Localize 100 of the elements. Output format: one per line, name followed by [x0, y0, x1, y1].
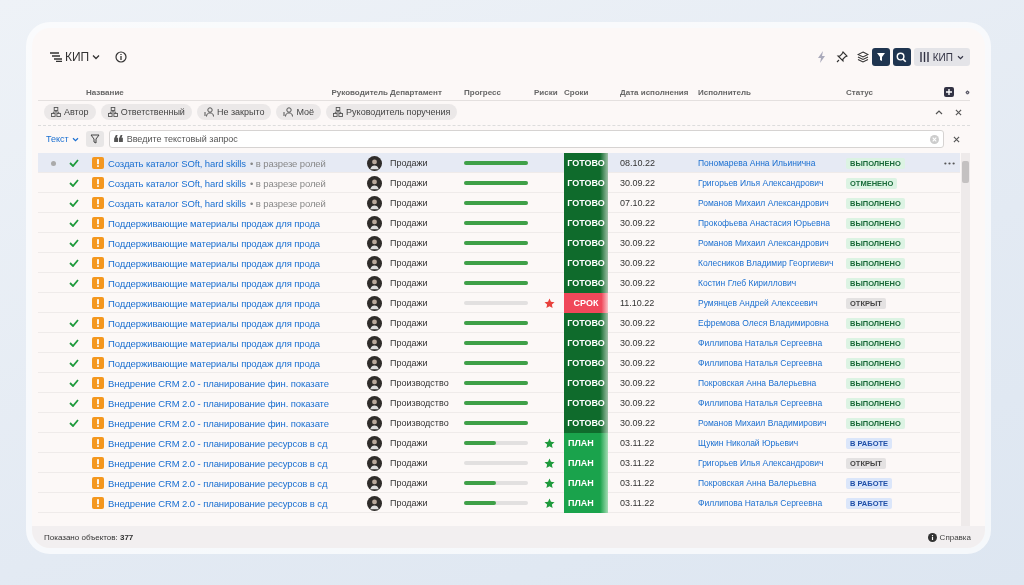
- filter-chip[interactable]: Не закрыто: [196, 104, 272, 120]
- caret-icon: [71, 136, 79, 142]
- column-header[interactable]: Прогресс: [464, 87, 534, 97]
- assignee-link[interactable]: Григорьев Илья Александрович: [698, 458, 824, 468]
- scrollbar[interactable]: [961, 153, 970, 526]
- column-header[interactable]: Дата исполнения: [612, 87, 690, 97]
- task-link[interactable]: Поддерживающие материалы продаж для прода: [108, 237, 321, 249]
- task-link[interactable]: Внедрение CRM 2.0 - планирование ресурсов в сд: [108, 477, 328, 489]
- filter-button[interactable]: [871, 48, 890, 66]
- search-mode-dropdown[interactable]: Текст: [46, 134, 79, 144]
- date-cell-text: 30.09.22: [619, 398, 657, 408]
- filter-icon: [89, 134, 100, 144]
- task-link[interactable]: Поддерживающие материалы продаж для прода: [108, 257, 321, 269]
- avatar: [366, 275, 382, 291]
- object-count: Показано объектов: 377: [44, 532, 134, 542]
- deadline-label: ГОТОВО: [564, 313, 608, 333]
- avatar: [366, 395, 382, 411]
- pin-icon[interactable]: [835, 51, 848, 63]
- filter-chip[interactable]: Руководитель поручения: [326, 104, 458, 120]
- layers-icon[interactable]: [856, 51, 869, 63]
- task-link[interactable]: Создать каталог SOft, hard skills: [108, 157, 246, 169]
- close-icon[interactable]: [953, 135, 960, 143]
- add-column-icon[interactable]: [944, 87, 954, 97]
- more-icon[interactable]: [943, 161, 955, 165]
- person-icon: [203, 107, 214, 117]
- warning-icon: [92, 277, 104, 289]
- column-header[interactable]: Статус: [838, 87, 938, 97]
- assignee-link[interactable]: Пономарева Анна Ильинична: [698, 158, 816, 168]
- date-cell-text: 08.10.22: [619, 158, 657, 168]
- department-cell-text: Продажи: [390, 338, 429, 348]
- avatar: [366, 235, 382, 251]
- assignee-link[interactable]: Щукин Николай Юрьевич: [698, 438, 799, 448]
- assignee-link[interactable]: Филлипова Наталья Сергеевна: [698, 358, 823, 368]
- task-link[interactable]: Внедрение CRM 2.0 - планирование ресурсов в сд: [108, 437, 328, 449]
- warning-icon: [92, 297, 104, 309]
- view-dropdown[interactable]: КИП: [913, 48, 970, 66]
- assignee-link[interactable]: Костин Глеб Кириллович: [698, 278, 797, 288]
- assignee-link[interactable]: Колесников Владимир Георгиевич: [698, 258, 834, 268]
- column-header[interactable]: Риски: [534, 87, 564, 97]
- assignee-link[interactable]: Романов Михаил Владимирович: [698, 418, 827, 428]
- filter-chip[interactable]: Ответственный: [100, 104, 192, 120]
- warning-icon: [92, 497, 104, 509]
- progress-bar: [464, 161, 528, 165]
- assignee-link[interactable]: Покровская Анна Валерьевна: [698, 378, 817, 388]
- task-link[interactable]: Поддерживающие материалы продаж для прода: [108, 337, 321, 349]
- department-cell-text: Продажи: [390, 498, 429, 508]
- column-header[interactable]: Департамент: [390, 87, 464, 97]
- deadline-label: ПЛАН: [564, 453, 608, 473]
- task-link[interactable]: Внедрение CRM 2.0 - планирование фин. показате: [108, 397, 329, 409]
- assignee-link[interactable]: Филлипова Наталья Сергеевна: [698, 498, 823, 508]
- close-icon[interactable]: [955, 108, 962, 116]
- progress-bar: [464, 221, 528, 225]
- assignee-link[interactable]: Романов Михаил Александрович: [698, 238, 829, 248]
- warning-icon: [92, 157, 104, 169]
- column-header[interactable]: Название: [56, 87, 124, 97]
- assignee-link[interactable]: Григорьев Илья Александрович: [698, 178, 824, 188]
- task-subtitle: • в разрезе ролей: [249, 197, 326, 209]
- menu-icon[interactable]: [50, 52, 62, 62]
- task-link[interactable]: Внедрение CRM 2.0 - планирование фин. показате: [108, 417, 329, 429]
- collapse-icon[interactable]: [935, 109, 943, 115]
- avatar: [366, 155, 382, 171]
- task-link[interactable]: Создать каталог SOft, hard skills: [108, 177, 246, 189]
- deadline-label: ПЛАН: [564, 473, 608, 493]
- warning-icon: [92, 337, 104, 349]
- progress-bar: [464, 401, 528, 405]
- caret-icon[interactable]: [92, 54, 101, 60]
- task-link[interactable]: Создать каталог SOft, hard skills: [108, 197, 246, 209]
- task-link[interactable]: Внедрение CRM 2.0 - планирование ресурсов в сд: [108, 497, 328, 509]
- assignee-link[interactable]: Прокофьева Анастасия Юрьевна: [698, 218, 830, 228]
- app-title[interactable]: КИП: [65, 50, 90, 64]
- help-link[interactable]: Справка: [927, 532, 971, 542]
- assignee-link[interactable]: Филлипова Наталья Сергеевна: [698, 338, 823, 348]
- assignee-link[interactable]: Покровская Анна Валерьевна: [698, 478, 817, 488]
- search-button[interactable]: [892, 48, 911, 66]
- info-icon: [927, 532, 937, 542]
- column-header[interactable]: Сроки: [564, 87, 612, 97]
- deadline-label: СРОК: [564, 293, 608, 313]
- search-field[interactable]: Введите текстовый запрос: [108, 130, 944, 148]
- assignee-link[interactable]: Филлипова Наталья Сергеевна: [698, 398, 823, 408]
- info-icon[interactable]: [115, 51, 128, 63]
- task-link[interactable]: Поддерживающие материалы продаж для прода: [108, 357, 321, 369]
- column-header[interactable]: Исполнитель: [690, 87, 838, 97]
- filter-chip[interactable]: Автор: [44, 104, 96, 120]
- warning-icon: [92, 197, 104, 209]
- deadline-label: ГОТОВО: [564, 333, 608, 353]
- date-cell-text: 03.11.22: [619, 458, 656, 468]
- task-link[interactable]: Внедрение CRM 2.0 - планирование фин. показате: [108, 377, 329, 389]
- deadline-label: ГОТОВО: [564, 253, 608, 273]
- filter-chip[interactable]: Моё: [276, 104, 322, 120]
- task-link[interactable]: Внедрение CRM 2.0 - планирование ресурсов в сд: [108, 457, 328, 469]
- warning-icon: [92, 317, 104, 329]
- assignee-link[interactable]: Романов Михаил Александрович: [698, 198, 829, 208]
- assignee-link[interactable]: Ефремова Олеся Владимировна: [698, 318, 829, 328]
- column-header[interactable]: Руководитель: [331, 87, 388, 97]
- quote-icon: [113, 135, 123, 142]
- assignee-link[interactable]: Румянцев Андрей Алексеевич: [698, 298, 818, 308]
- task-link[interactable]: Поддерживающие материалы продаж для прода: [108, 277, 321, 289]
- task-link[interactable]: Поддерживающие материалы продаж для прода: [108, 217, 321, 229]
- task-link[interactable]: Поддерживающие материалы продаж для прода: [108, 317, 321, 329]
- task-link[interactable]: Поддерживающие материалы продаж для прода: [108, 297, 321, 309]
